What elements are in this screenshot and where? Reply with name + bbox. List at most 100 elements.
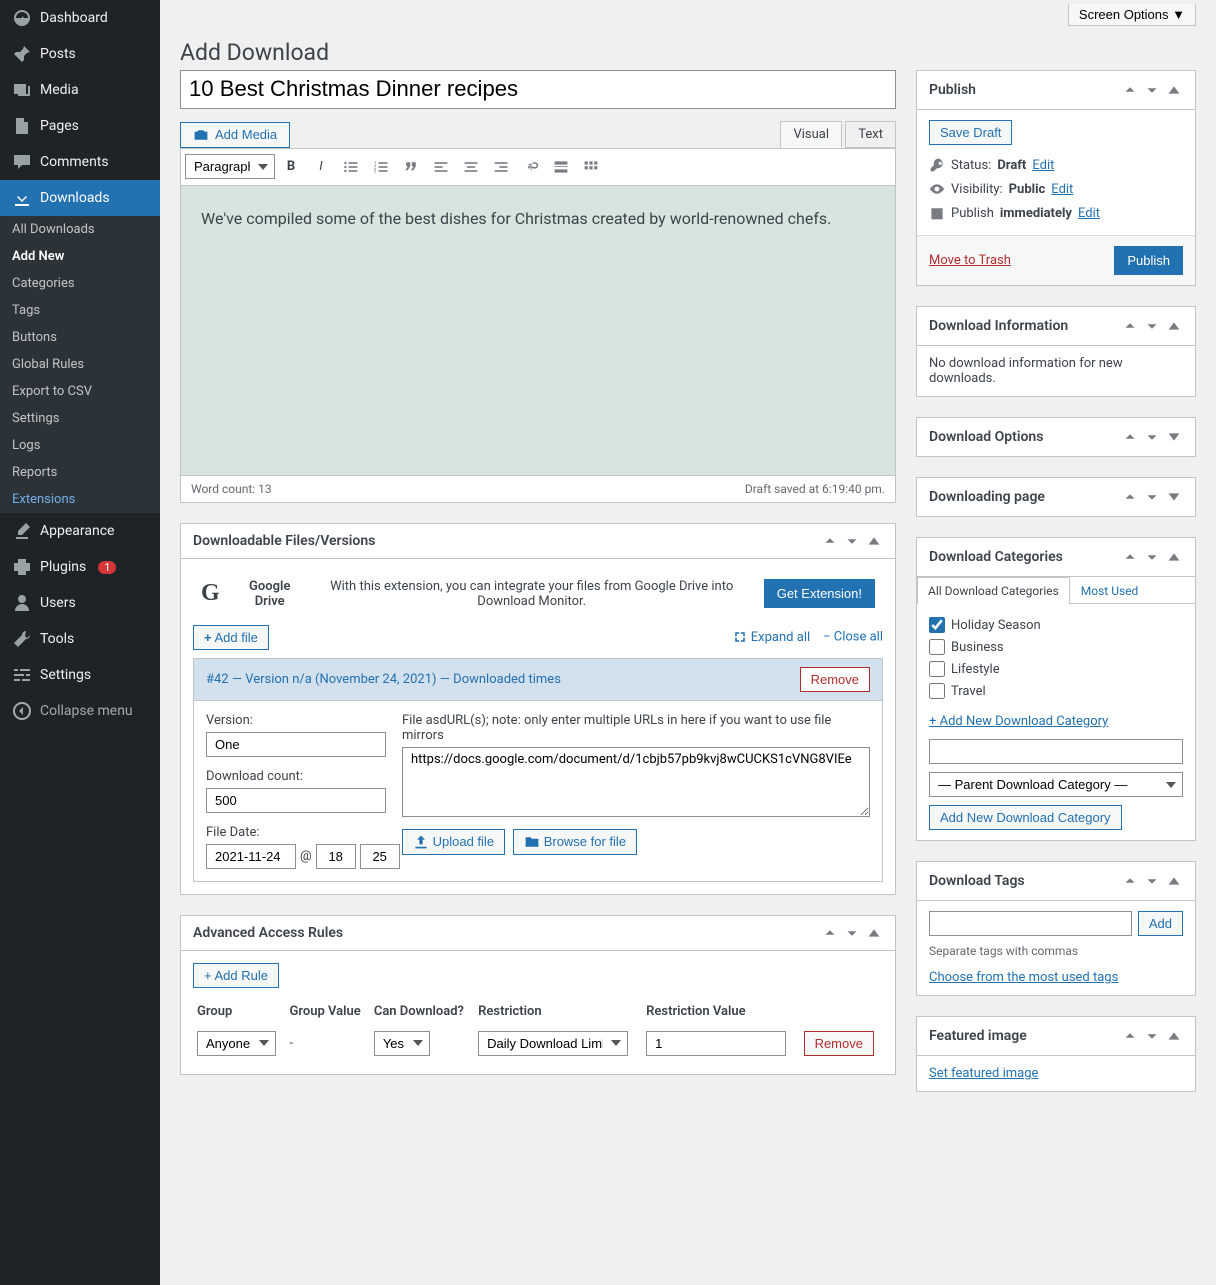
- triangle-up-icon[interactable]: [1165, 317, 1183, 335]
- file-min-input[interactable]: [360, 844, 400, 869]
- tag-input[interactable]: [929, 911, 1132, 936]
- category-item[interactable]: Business: [929, 636, 1183, 658]
- chevron-down-icon[interactable]: [1143, 81, 1161, 99]
- edit-visibility-link[interactable]: Edit: [1051, 182, 1073, 197]
- publish-button[interactable]: Publish: [1114, 246, 1183, 275]
- editor-content[interactable]: We've compiled some of the best dishes f…: [180, 186, 896, 476]
- chevron-up-icon[interactable]: [1121, 872, 1139, 890]
- numbered-list-button[interactable]: 123: [367, 153, 395, 181]
- url-textarea[interactable]: [402, 747, 870, 817]
- sub-reports[interactable]: Reports: [0, 459, 160, 486]
- chevron-down-icon[interactable]: [1143, 548, 1161, 566]
- sub-categories[interactable]: Categories: [0, 270, 160, 297]
- sidebar-comments[interactable]: Comments: [0, 144, 160, 180]
- add-file-button[interactable]: + Add file: [193, 625, 269, 650]
- sub-add-new[interactable]: Add New: [0, 243, 160, 270]
- remove-version-button[interactable]: Remove: [800, 667, 870, 692]
- version-input[interactable]: [206, 732, 386, 757]
- chevron-up-icon[interactable]: [1121, 488, 1139, 506]
- sub-extensions[interactable]: Extensions: [0, 486, 160, 513]
- edit-publish-link[interactable]: Edit: [1078, 206, 1100, 221]
- tab-most-used[interactable]: Most Used: [1070, 577, 1150, 604]
- sub-all-downloads[interactable]: All Downloads: [0, 216, 160, 243]
- file-date-input[interactable]: [206, 844, 296, 869]
- chevron-down-icon[interactable]: [1143, 428, 1161, 446]
- sub-logs[interactable]: Logs: [0, 432, 160, 459]
- align-right-button[interactable]: [487, 153, 515, 181]
- category-item[interactable]: Travel: [929, 680, 1183, 702]
- move-to-trash-link[interactable]: Move to Trash: [929, 253, 1011, 268]
- kitchen-sink-button[interactable]: [577, 153, 605, 181]
- sub-tags[interactable]: Tags: [0, 297, 160, 324]
- dlcount-input[interactable]: [206, 788, 386, 813]
- sub-export-csv[interactable]: Export to CSV: [0, 378, 160, 405]
- category-checkbox[interactable]: [929, 617, 945, 633]
- chevron-down-icon[interactable]: [1143, 1027, 1161, 1045]
- triangle-up-icon[interactable]: [1165, 81, 1183, 99]
- get-extension-button[interactable]: Get Extension!: [764, 579, 875, 608]
- upload-file-button[interactable]: Upload file: [402, 829, 505, 856]
- chevron-up-icon[interactable]: [1121, 548, 1139, 566]
- triangle-up-icon[interactable]: [1165, 548, 1183, 566]
- triangle-up-icon[interactable]: [865, 532, 883, 550]
- tab-all-categories[interactable]: All Download Categories: [917, 577, 1070, 604]
- add-media-button[interactable]: Add Media: [180, 122, 290, 148]
- triangle-down-icon[interactable]: [1165, 428, 1183, 446]
- parent-category-select[interactable]: — Parent Download Category —: [929, 772, 1183, 797]
- tab-visual[interactable]: Visual: [780, 121, 842, 148]
- browse-file-button[interactable]: Browse for file: [513, 829, 637, 856]
- new-category-input[interactable]: [929, 739, 1183, 764]
- chevron-up-icon[interactable]: [1121, 428, 1139, 446]
- can-dl-select[interactable]: Yes: [374, 1031, 430, 1056]
- chevron-down-icon[interactable]: [843, 924, 861, 942]
- category-checkbox[interactable]: [929, 683, 945, 699]
- triangle-up-icon[interactable]: [1165, 872, 1183, 890]
- triangle-down-icon[interactable]: [1165, 488, 1183, 506]
- sidebar-collapse[interactable]: Collapse menu: [0, 693, 160, 729]
- sub-settings[interactable]: Settings: [0, 405, 160, 432]
- save-draft-button[interactable]: Save Draft: [929, 120, 1012, 145]
- sidebar-appearance[interactable]: Appearance: [0, 513, 160, 549]
- sidebar-media[interactable]: Media: [0, 72, 160, 108]
- italic-button[interactable]: I: [307, 153, 335, 181]
- chevron-down-icon[interactable]: [843, 532, 861, 550]
- triangle-up-icon[interactable]: [865, 924, 883, 942]
- screen-options-button[interactable]: Screen Options ▼: [1068, 4, 1196, 26]
- chevron-up-icon[interactable]: [1121, 81, 1139, 99]
- sub-global-rules[interactable]: Global Rules: [0, 351, 160, 378]
- category-item[interactable]: Lifestyle: [929, 658, 1183, 680]
- tab-text[interactable]: Text: [845, 121, 896, 148]
- remove-rule-button[interactable]: Remove: [804, 1031, 874, 1056]
- group-select[interactable]: Anyone: [197, 1031, 276, 1056]
- restriction-select[interactable]: Daily Download Limit: [478, 1031, 628, 1056]
- bold-button[interactable]: B: [277, 153, 305, 181]
- sidebar-downloads[interactable]: Downloads: [0, 180, 160, 216]
- sidebar-tools[interactable]: Tools: [0, 621, 160, 657]
- edit-status-link[interactable]: Edit: [1032, 158, 1054, 173]
- triangle-up-icon[interactable]: [1165, 1027, 1183, 1045]
- file-hour-input[interactable]: [316, 844, 356, 869]
- sub-buttons[interactable]: Buttons: [0, 324, 160, 351]
- restriction-value-input[interactable]: [646, 1031, 786, 1056]
- sidebar-posts[interactable]: Posts: [0, 36, 160, 72]
- link-button[interactable]: [517, 153, 545, 181]
- align-left-button[interactable]: [427, 153, 455, 181]
- category-item[interactable]: Holiday Season: [929, 614, 1183, 636]
- sidebar-settings[interactable]: Settings: [0, 657, 160, 693]
- add-new-category-link[interactable]: + Add New Download Category: [929, 714, 1108, 729]
- set-featured-image-link[interactable]: Set featured image: [929, 1066, 1038, 1081]
- sidebar-dashboard[interactable]: Dashboard: [0, 0, 160, 36]
- sidebar-plugins[interactable]: Plugins 1: [0, 549, 160, 585]
- category-checkbox[interactable]: [929, 639, 945, 655]
- chevron-down-icon[interactable]: [1143, 488, 1161, 506]
- sidebar-pages[interactable]: Pages: [0, 108, 160, 144]
- close-all-link[interactable]: − Close all: [823, 630, 883, 645]
- choose-tags-link[interactable]: Choose from the most used tags: [929, 970, 1118, 985]
- chevron-down-icon[interactable]: [1143, 317, 1161, 335]
- add-tag-button[interactable]: Add: [1138, 911, 1183, 936]
- add-rule-button[interactable]: + Add Rule: [193, 963, 279, 988]
- sidebar-users[interactable]: Users: [0, 585, 160, 621]
- chevron-down-icon[interactable]: [1143, 872, 1161, 890]
- readmore-button[interactable]: [547, 153, 575, 181]
- quote-button[interactable]: [397, 153, 425, 181]
